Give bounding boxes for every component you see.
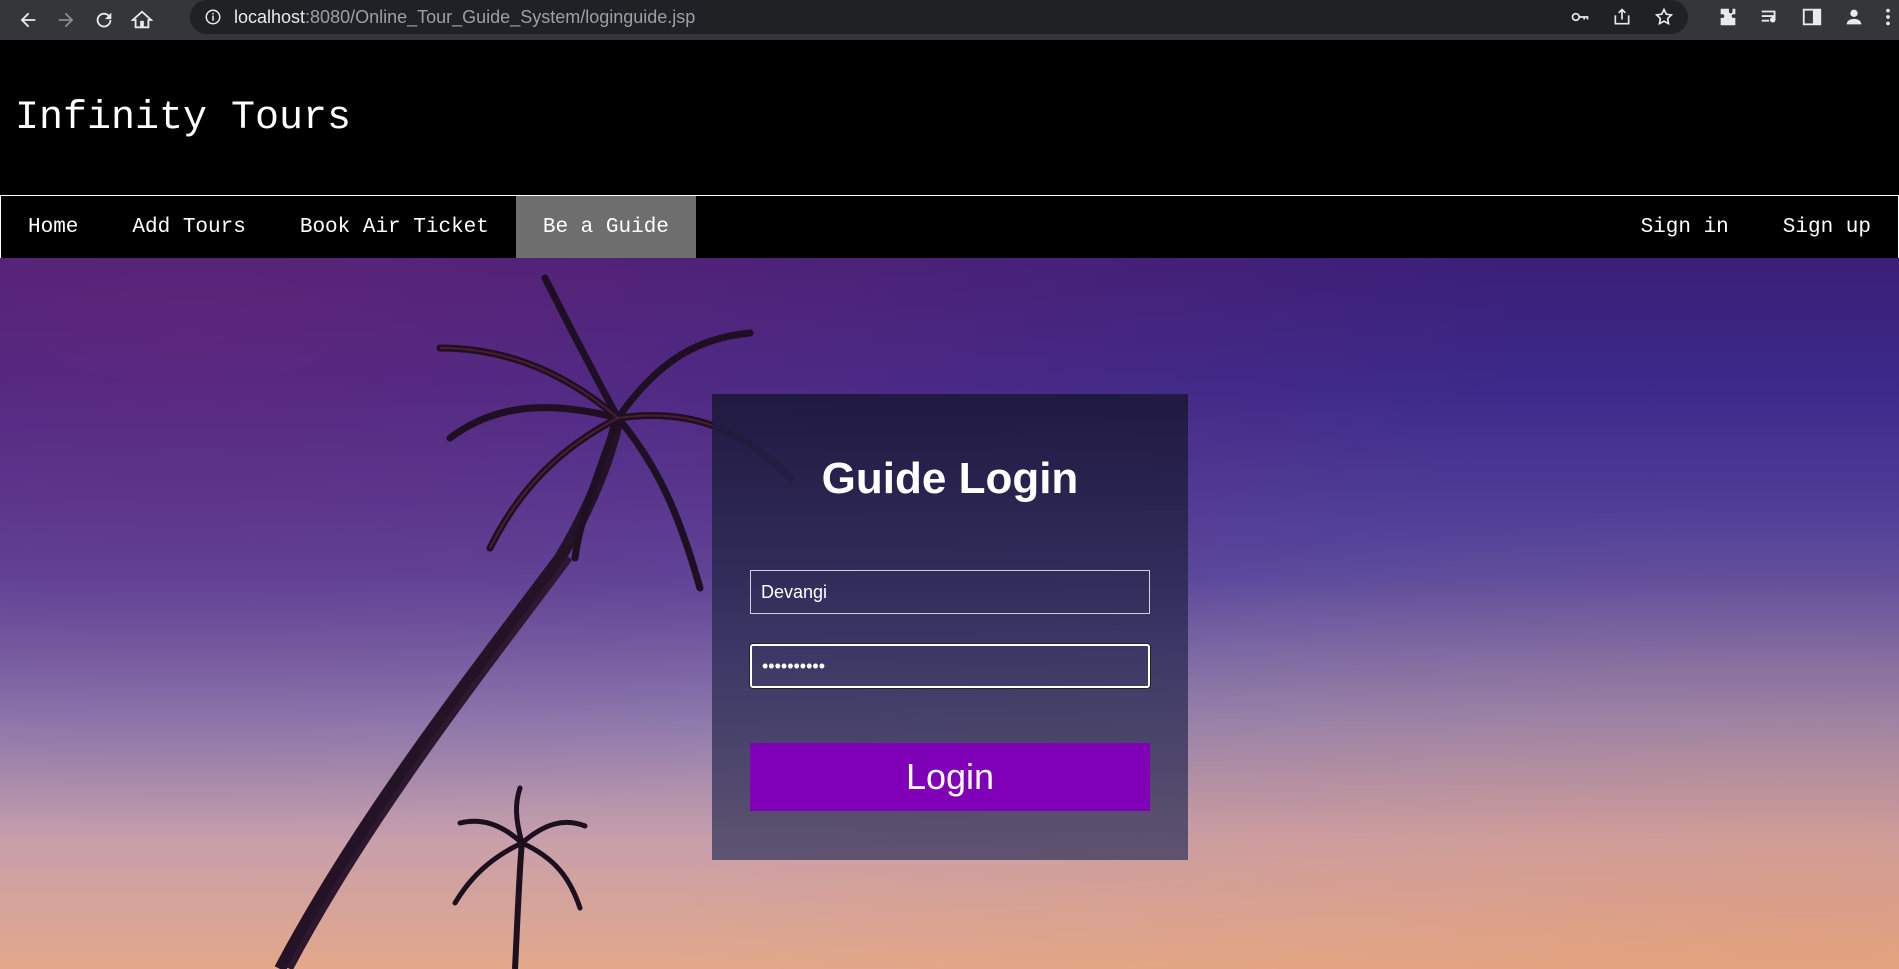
address-bar[interactable]: localhost:8080/Online_Tour_Guide_System/…: [190, 0, 1688, 34]
extensions-icon[interactable]: [1717, 6, 1739, 28]
nav-sign-in[interactable]: Sign in: [1614, 196, 1756, 258]
forward-icon[interactable]: [50, 4, 82, 36]
url-path: :8080/Online_Tour_Guide_System/loginguid…: [305, 6, 696, 27]
back-icon[interactable]: [12, 4, 44, 36]
nav-right-group: Sign in Sign up: [1614, 196, 1898, 258]
menu-icon[interactable]: [1885, 6, 1891, 28]
star-icon[interactable]: [1654, 7, 1674, 27]
media-icon[interactable]: [1759, 6, 1781, 28]
share-icon[interactable]: [1612, 7, 1632, 27]
site-header: Infinity Tours: [0, 40, 1899, 195]
main-navbar: Home Add Tours Book Air Ticket Be a Guid…: [0, 195, 1899, 259]
url-text: localhost:8080/Online_Tour_Guide_System/…: [234, 7, 695, 28]
info-icon[interactable]: [204, 8, 222, 26]
nav-add-tours[interactable]: Add Tours: [105, 196, 272, 258]
browser-toolbar: localhost:8080/Online_Tour_Guide_System/…: [0, 0, 1899, 40]
nav-be-a-guide[interactable]: Be a Guide: [515, 196, 696, 258]
nav-home[interactable]: Home: [1, 196, 105, 258]
nav-book-air-ticket[interactable]: Book Air Ticket: [273, 196, 516, 258]
login-button[interactable]: Login: [750, 743, 1150, 811]
password-input[interactable]: [750, 644, 1150, 688]
nav-sign-up[interactable]: Sign up: [1756, 196, 1898, 258]
site-title: Infinity Tours: [15, 96, 352, 141]
key-icon[interactable]: [1570, 7, 1590, 27]
sidepanel-icon[interactable]: [1801, 6, 1823, 28]
home-icon[interactable]: [126, 4, 158, 36]
reload-icon[interactable]: [88, 4, 120, 36]
profile-icon[interactable]: [1843, 6, 1865, 28]
guide-login-card: Guide Login Login: [712, 394, 1188, 860]
url-host: localhost: [234, 6, 306, 27]
login-title: Guide Login: [821, 454, 1079, 503]
username-input[interactable]: [750, 570, 1150, 614]
